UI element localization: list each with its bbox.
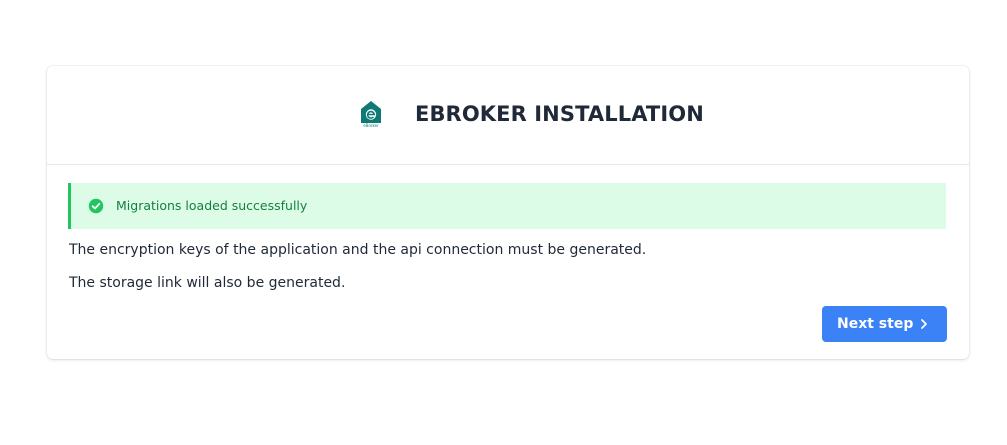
logo-caption: eBroker xyxy=(363,123,379,128)
card-header: eBroker EBROKER INSTALLATION xyxy=(47,66,969,165)
ebroker-logo: eBroker xyxy=(361,101,381,128)
installation-card: eBroker EBROKER INSTALLATION Migrations … xyxy=(47,66,969,359)
check-circle-icon xyxy=(88,198,104,214)
page-title: EBROKER INSTALLATION xyxy=(415,102,704,126)
storage-link-text: The storage link will also be generated. xyxy=(69,275,346,291)
alert-message: Migrations loaded successfully xyxy=(116,198,308,213)
next-step-button[interactable]: Next step xyxy=(822,306,947,342)
encryption-keys-text: The encryption keys of the application a… xyxy=(69,242,647,258)
next-step-label: Next step xyxy=(837,316,914,332)
chevron-right-icon xyxy=(921,319,927,329)
success-alert: Migrations loaded successfully xyxy=(68,183,946,229)
